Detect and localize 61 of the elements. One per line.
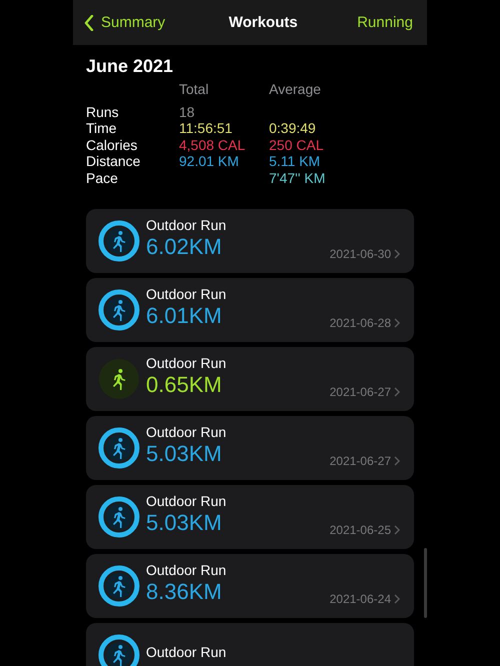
- workout-date: 2021-06-27: [330, 384, 391, 399]
- chevron-icon: [394, 318, 400, 328]
- workout-distance: 0.65KM: [146, 372, 223, 398]
- workout-name: Outdoor Run: [146, 286, 226, 304]
- scrollbar: [424, 548, 427, 618]
- workout-card[interactable]: Outdoor Run: [86, 622, 414, 666]
- runner-ring-icon: [98, 288, 140, 331]
- runner-ring-icon: [98, 220, 140, 262]
- runner-ring-icon: [98, 564, 140, 607]
- chevron-icon: [394, 456, 400, 466]
- stat-value: 5.11 KM: [269, 153, 322, 170]
- runner-icon: [98, 358, 140, 400]
- chevron-icon: [394, 248, 400, 259]
- month-heading: June 2021: [86, 56, 174, 77]
- workout-card[interactable]: Outdoor Run 0.65KM 2021-06-27: [86, 346, 414, 411]
- running-link[interactable]: Running: [357, 14, 413, 31]
- stat-value: 250 CAL: [269, 136, 324, 154]
- runner-ring-icon: [98, 496, 140, 538]
- stat-value: 18: [179, 104, 196, 120]
- workout-date: 2021-06-28: [330, 316, 391, 330]
- back-label: Summary: [101, 14, 166, 31]
- chevron-icon: [394, 524, 400, 535]
- screen-title: Workouts: [228, 14, 298, 31]
- workout-date: 2021-06-25: [330, 522, 391, 537]
- workout-card[interactable]: Outdoor Run 5.03KM 2021-06-27: [86, 416, 414, 480]
- column-header: Average: [269, 81, 322, 98]
- workout-name: Outdoor Run: [146, 355, 226, 372]
- runner-ring-icon: [98, 426, 140, 469]
- workout-name: Outdoor Run: [146, 644, 226, 662]
- workout-date: 2021-06-27: [330, 454, 391, 468]
- workout-distance: 8.36KM: [146, 579, 223, 606]
- workout-card[interactable]: Outdoor Run 6.01KM 2021-06-28: [86, 278, 414, 342]
- chevron-icon: [394, 594, 400, 604]
- stat-label: Time: [86, 120, 118, 137]
- workout-card[interactable]: Outdoor Run 5.03KM 2021-06-25: [86, 484, 414, 549]
- workout-distance: 6.02KM: [146, 234, 223, 260]
- workout-name: Outdoor Run: [146, 493, 226, 510]
- workout-date: 2021-06-24: [330, 592, 391, 606]
- stat-value: 7'47'' KM: [269, 170, 326, 187]
- back-link[interactable]: Summary: [84, 14, 166, 31]
- stat-value: 92.01 KM: [179, 153, 240, 170]
- chevron-icon: [394, 386, 400, 397]
- workout-card[interactable]: Outdoor Run 6.02KM 2021-06-30: [86, 208, 414, 273]
- stat-label: Distance: [86, 153, 142, 170]
- stat-value: 11:56:51: [179, 120, 234, 137]
- stat-value: 0:39:49: [269, 120, 317, 137]
- column-header: Total: [179, 81, 210, 98]
- workout-date: 2021-06-30: [330, 246, 391, 261]
- workout-name: Outdoor Run: [146, 562, 226, 580]
- stat-label: Pace: [86, 170, 119, 187]
- workout-distance: 6.01KM: [146, 303, 223, 330]
- stat-label: Calories: [86, 136, 138, 154]
- stat-label: Runs: [86, 104, 120, 120]
- back-chevron-icon: [84, 14, 94, 30]
- stat-value: 4,508 CAL: [179, 136, 246, 154]
- workout-distance: 5.03KM: [146, 510, 223, 536]
- workout-card[interactable]: Outdoor Run 8.36KM 2021-06-24: [86, 554, 414, 618]
- workout-distance: 5.03KM: [146, 441, 223, 468]
- workout-name: Outdoor Run: [146, 217, 226, 234]
- runner-ring-icon: [98, 634, 140, 666]
- workout-name: Outdoor Run: [146, 424, 226, 442]
